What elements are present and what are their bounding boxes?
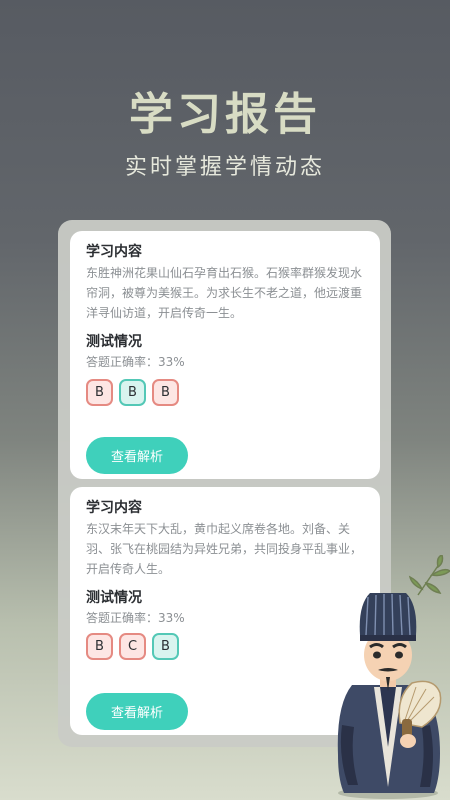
view-analysis-button[interactable]: 查看解析 [86, 693, 188, 730]
answer-badge-right[interactable]: B [152, 633, 179, 660]
content-heading: 学习内容 [86, 244, 142, 260]
answer-badge-wrong[interactable]: C [119, 633, 146, 660]
answer-list: B C B [86, 633, 179, 660]
answer-badge-wrong[interactable]: B [152, 379, 179, 406]
page-title: 学习报告 [129, 89, 321, 140]
accuracy-text: 答题正确率：33% [86, 355, 185, 369]
accuracy-text: 答题正确率：33% [86, 611, 185, 625]
answer-badge-wrong[interactable]: B [86, 379, 113, 406]
answer-list: B B B [86, 379, 179, 406]
content-text: 东胜神洲花果山仙石孕育出石猴。石猴率群猴发现水帘洞，被尊为美猴王。为求长生不老之… [86, 266, 363, 320]
view-analysis-button[interactable]: 查看解析 [86, 437, 188, 474]
page-subtitle: 实时掌握学情动态 [124, 155, 325, 180]
test-heading: 测试情况 [86, 334, 142, 350]
answer-badge-right[interactable]: B [119, 379, 146, 406]
content-heading: 学习内容 [86, 500, 142, 516]
test-heading: 测试情况 [86, 590, 142, 606]
answer-badge-wrong[interactable]: B [86, 633, 113, 660]
report-card: 学习内容 东胜神洲花果山仙石孕育出石猴。石猴率群猴发现水帘洞，被尊为美猴王。为求… [70, 231, 380, 479]
scholar-illustration [337, 555, 450, 799]
